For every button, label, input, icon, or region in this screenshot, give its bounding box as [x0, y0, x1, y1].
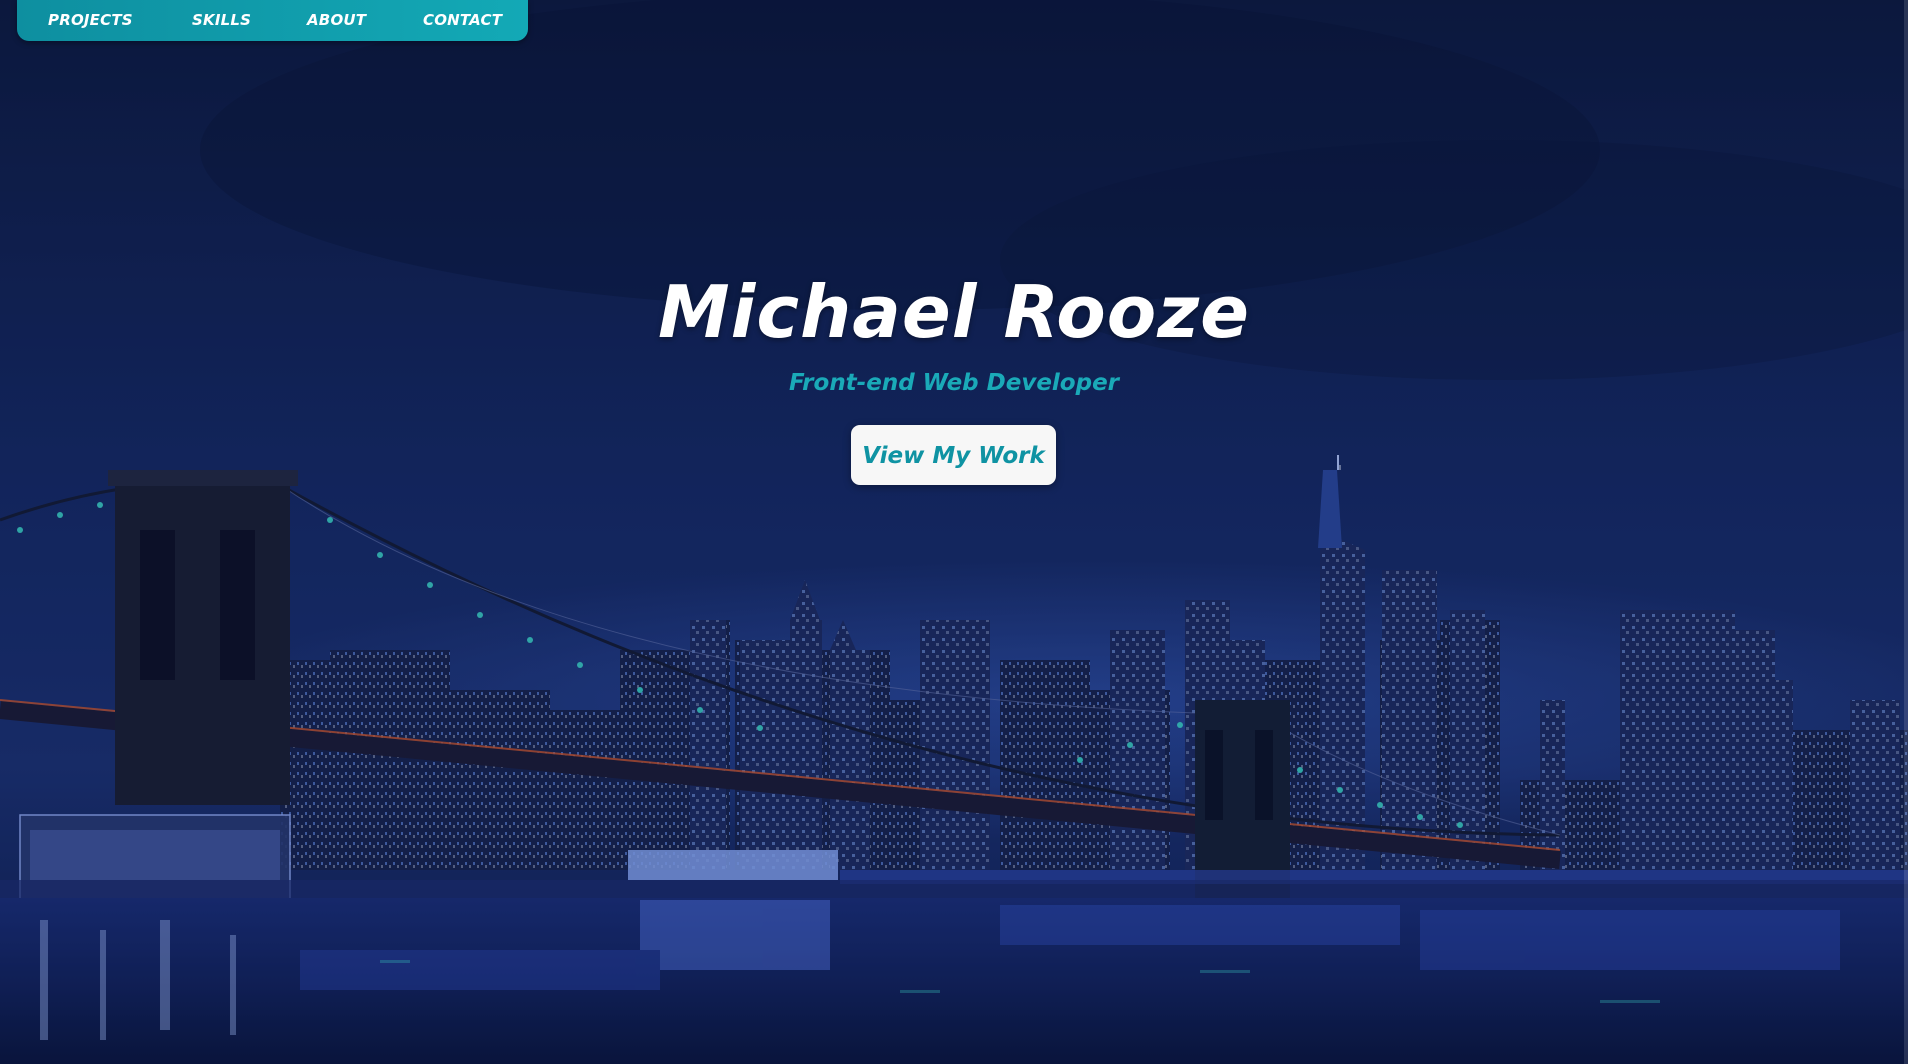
nav-link-skills[interactable]: SKILLS: [192, 0, 251, 41]
view-my-work-button[interactable]: View My Work: [851, 425, 1056, 485]
nav-link-contact[interactable]: CONTACT: [423, 0, 502, 41]
nav-link-projects[interactable]: PROJECTS: [48, 0, 133, 41]
hero-section: PROJECTS SKILLS ABOUT CONTACT Michael Ro…: [0, 0, 1908, 1064]
hero-name-heading: Michael Rooze: [658, 270, 1250, 354]
nav-link-about[interactable]: ABOUT: [307, 0, 366, 41]
page-scrollbar[interactable]: [1904, 0, 1908, 1064]
hero-tagline: Front-end Web Developer: [788, 370, 1120, 396]
top-nav: PROJECTS SKILLS ABOUT CONTACT: [17, 0, 528, 41]
city-skyline-background-image: [0, 0, 1908, 1064]
